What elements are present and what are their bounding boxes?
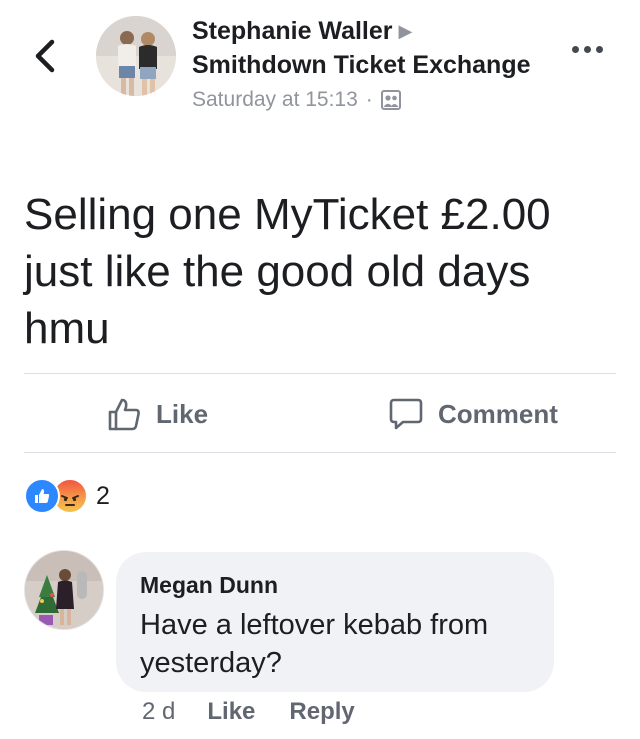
group-name[interactable]: Smithdown Ticket Exchange (192, 51, 531, 79)
more-dot-icon (572, 46, 579, 53)
comment-bubble: Megan Dunn Have a leftover kebab from ye… (116, 552, 554, 692)
comment-text: Have a leftover kebab from yesterday? (140, 609, 489, 679)
like-button[interactable]: Like (106, 390, 208, 438)
comment-time[interactable]: 2 d (142, 698, 175, 726)
comment-meta: 2 d Like Reply (142, 696, 389, 728)
triangle-right-icon: ▶ (398, 21, 413, 41)
meta-separator: · (365, 88, 373, 111)
divider (24, 373, 616, 374)
reaction-count: 2 (96, 481, 110, 510)
author-photo (96, 16, 176, 96)
more-dot-icon (584, 46, 591, 53)
comment-reply-link[interactable]: Reply (289, 698, 354, 726)
more-options-button[interactable] (572, 40, 616, 68)
like-label: Like (156, 398, 209, 429)
comment-author[interactable]: Megan Dunn (140, 570, 530, 600)
group-icon (380, 90, 401, 110)
comment-like-link[interactable]: Like (207, 698, 255, 726)
comment-button[interactable]: Comment (388, 390, 558, 438)
author-name[interactable]: Stephanie Waller (192, 17, 393, 45)
commenter-avatar[interactable] (24, 550, 104, 630)
thumbs-up-icon (108, 398, 140, 431)
like-reaction-icon (24, 478, 60, 514)
post-meta: Saturday at 15:13 · (192, 86, 552, 114)
post-timestamp[interactable]: Saturday at 15:13 (192, 88, 358, 112)
more-dot-icon (596, 46, 603, 53)
comment-label: Comment (438, 398, 558, 429)
post-header: Stephanie Waller ▶ Smithdown Ticket Excha… (192, 14, 552, 114)
chevron-left-icon (35, 39, 55, 73)
author-avatar[interactable] (96, 16, 176, 96)
comment-icon (389, 398, 423, 430)
back-button[interactable] (28, 36, 64, 76)
reactions-summary[interactable]: 2 (24, 478, 110, 514)
post-text: Selling one MyTicket £2.00 just like the… (24, 190, 551, 353)
post-author-line: Stephanie Waller ▶ Smithdown Ticket Excha… (192, 14, 552, 82)
commenter-photo (25, 551, 103, 629)
divider (24, 452, 616, 453)
